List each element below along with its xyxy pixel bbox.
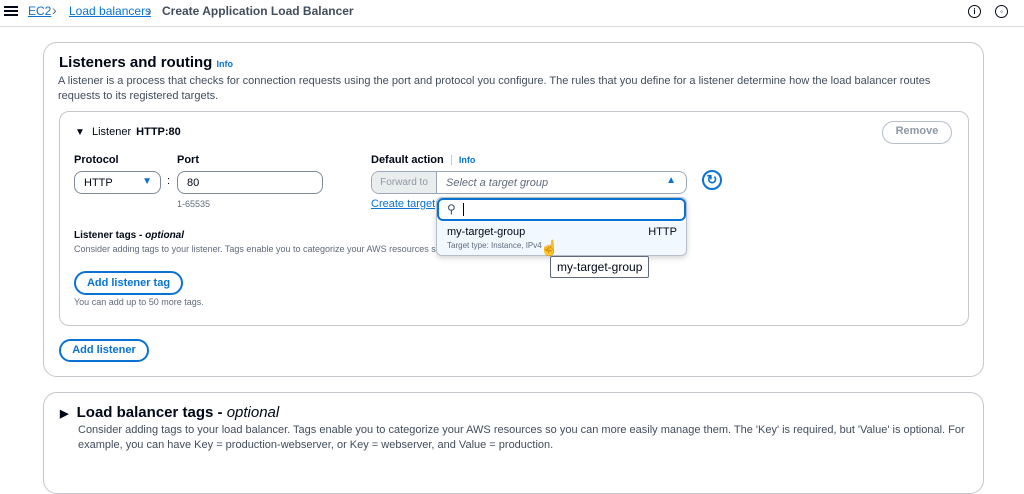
top-navigation-bar: EC2 › Load balancers › Create Applicatio… [0, 0, 1024, 27]
protocol-select[interactable]: HTTP ▼ [74, 171, 161, 194]
protocol-port-separator: : [167, 175, 171, 187]
info-circle-icon[interactable]: i [968, 5, 981, 18]
menu-icon[interactable] [4, 4, 18, 18]
refresh-icon[interactable]: ↻ [702, 170, 722, 190]
port-input[interactable]: 80 [177, 171, 323, 194]
default-action-info-link[interactable]: Info [459, 155, 476, 165]
caret-down-icon: ▼ [75, 127, 85, 138]
breadcrumb-chevron-icon: › [52, 2, 57, 18]
search-icon: ⚲ [447, 202, 456, 216]
listener-header[interactable]: ▼ Listener HTTP:80 [75, 126, 181, 138]
load-balancer-tags-header[interactable]: ▶ Load balancer tags - optional [60, 404, 279, 421]
dropdown-option[interactable]: my-target-group HTTP Target type: Instan… [437, 222, 686, 255]
section-title: Listeners and routing Info [59, 54, 234, 71]
default-action-label: Default action Info [371, 154, 476, 166]
target-group-search-input[interactable]: ⚲ [437, 198, 686, 221]
breadcrumb-chevron-icon: › [147, 2, 152, 18]
add-listener-tag-button[interactable]: Add listener tag [74, 271, 183, 295]
port-label: Port [177, 154, 199, 166]
listener-tags-title: Listener tags - optional [74, 230, 185, 241]
caret-right-icon: ▶ [60, 408, 69, 420]
load-balancer-tags-description: Consider adding tags to your load balanc… [78, 424, 965, 451]
forward-to-label: Forward to [372, 172, 437, 193]
breadcrumb-load-balancers[interactable]: Load balancers [69, 4, 151, 18]
listener-tags-description: Consider adding tags to your listener. T… [74, 244, 436, 254]
caret-up-icon: ▲ [666, 175, 676, 186]
section-description: A listener is a process that checks for … [58, 75, 931, 102]
tags-limit-hint: You can add up to 50 more tags. [74, 297, 204, 307]
remove-button[interactable]: Remove [882, 121, 952, 144]
protocol-label: Protocol [74, 154, 119, 166]
text-cursor [463, 203, 464, 216]
caret-down-icon: ▼ [142, 176, 152, 187]
breadcrumb-current: Create Application Load Balancer [162, 4, 354, 18]
breadcrumb-ec2[interactable]: EC2 [28, 4, 51, 18]
target-group-placeholder: Select a target group [446, 177, 549, 189]
target-group-select[interactable]: Forward to Select a target group ▲ [371, 171, 687, 194]
add-listener-button[interactable]: Add listener [59, 339, 149, 362]
target-group-dropdown: ⚲ my-target-group HTTP Target type: Inst… [436, 197, 687, 256]
hand-cursor-icon: ☝ [540, 240, 559, 257]
create-target-group-link[interactable]: Create target group [371, 198, 435, 210]
option-tooltip: my-target-group [550, 256, 650, 278]
port-hint: 1-65535 [177, 199, 211, 209]
section-info-link[interactable]: Info [217, 59, 234, 69]
settings-icon[interactable]: ◦ [995, 5, 1008, 18]
